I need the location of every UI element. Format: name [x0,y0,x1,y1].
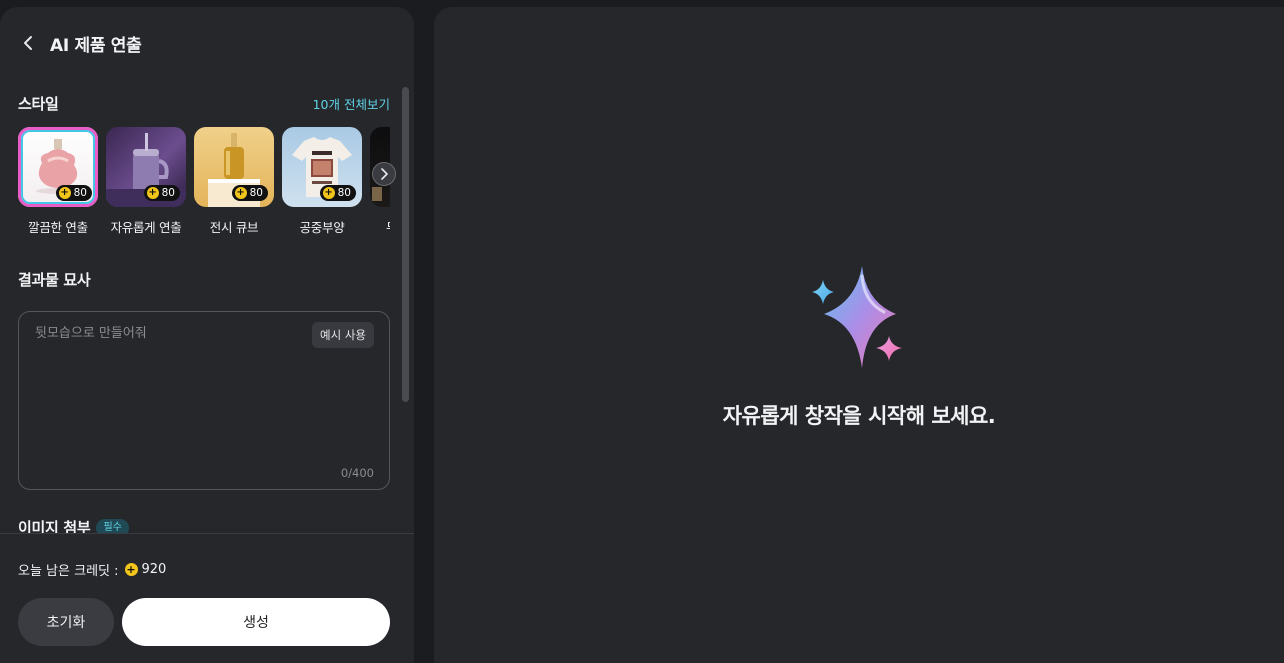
settings-panel: AI 제품 연출 스타일 10개 전체보기 + 80 깔끔한 연출 + 80 자… [0,7,414,663]
description-section-header: 결과물 묘사 [18,269,390,290]
description-section-title: 결과물 묘사 [18,271,91,289]
style-thumbnail: + 80 [282,127,362,207]
back-button[interactable] [14,29,42,57]
credits-remaining: 오늘 남은 크레딧 : + 920 [18,560,166,579]
empty-state: 자유롭게 창작을 시작해 보세요. [434,262,1284,430]
credits-value: 920 [141,562,167,577]
image-section-header: 이미지 첨부 필수 [18,517,390,533]
style-price: 80 [73,187,87,199]
credit-coin-icon: + [58,187,71,199]
description-input[interactable] [35,322,315,462]
style-label: 깔끔한 연출 [28,220,88,235]
panel-header: AI 제품 연출 [0,7,414,79]
style-item-levitation[interactable]: + 80 공중부양 [282,127,362,236]
style-item-clean[interactable]: + 80 깔끔한 연출 [18,127,98,236]
price-badge: + 80 [231,185,268,201]
style-item-free[interactable]: + 80 자유롭게 연출 [106,127,186,236]
style-thumbnail: + 80 [106,127,186,207]
style-thumbnail: + 80 [18,127,98,207]
style-price: 80 [337,187,351,199]
credit-coin-icon: + [322,187,335,199]
image-section-title: 이미지 첨부 [18,519,91,533]
description-field: 예시 사용 0/400 [18,311,390,490]
required-badge: 필수 [96,518,129,533]
reset-button[interactable]: 초기화 [18,598,114,646]
credit-coin-icon: + [124,563,138,576]
app: AI 제품 연출 스타일 10개 전체보기 + 80 깔끔한 연출 + 80 자… [0,0,1284,663]
chevron-left-icon [24,36,32,50]
credits-label: 오늘 남은 크레딧 : [18,564,119,579]
style-label: 전시 큐브 [209,220,259,235]
see-all-styles-link[interactable]: 10개 전체보기 [313,94,390,113]
settings-scroll-area[interactable]: 스타일 10개 전체보기 + 80 깔끔한 연출 + 80 자유롭게 연출 + … [0,79,414,533]
style-section-header: 스타일 10개 전체보기 [18,93,390,114]
generate-button[interactable]: 생성 [122,598,390,646]
style-label: 자유롭게 연출 [110,220,182,235]
panel-footer: 오늘 남은 크레딧 : + 920 초기화 생성 [0,533,414,663]
style-section-title: 스타일 [18,95,59,113]
sparkle-icon [812,266,902,368]
style-label: 두 [370,217,390,236]
price-badge: + 80 [143,185,180,201]
style-label: 공중부양 [299,220,345,235]
style-carousel[interactable]: + 80 깔끔한 연출 + 80 자유롭게 연출 + 80 전시 큐브 + 80… [18,127,390,237]
price-badge: + 80 [55,185,92,201]
style-price: 80 [249,187,263,199]
result-panel: 자유롭게 창작을 시작해 보세요. [434,7,1284,663]
price-badge: + 80 [319,185,356,201]
credit-coin-icon: + [146,187,159,199]
empty-state-message: 자유롭게 창작을 시작해 보세요. [722,404,996,428]
style-price: 80 [161,187,175,199]
chevron-right-icon [381,168,388,180]
carousel-next-button[interactable] [372,162,396,186]
style-item-display-cube[interactable]: + 80 전시 큐브 [194,127,274,236]
scrollbar[interactable] [402,87,409,402]
style-thumbnail: + 80 [194,127,274,207]
page-title: AI 제품 연출 [50,35,142,56]
use-example-button[interactable]: 예시 사용 [312,322,374,348]
credit-coin-icon: + [234,187,247,199]
char-count: 0/400 [340,466,374,480]
